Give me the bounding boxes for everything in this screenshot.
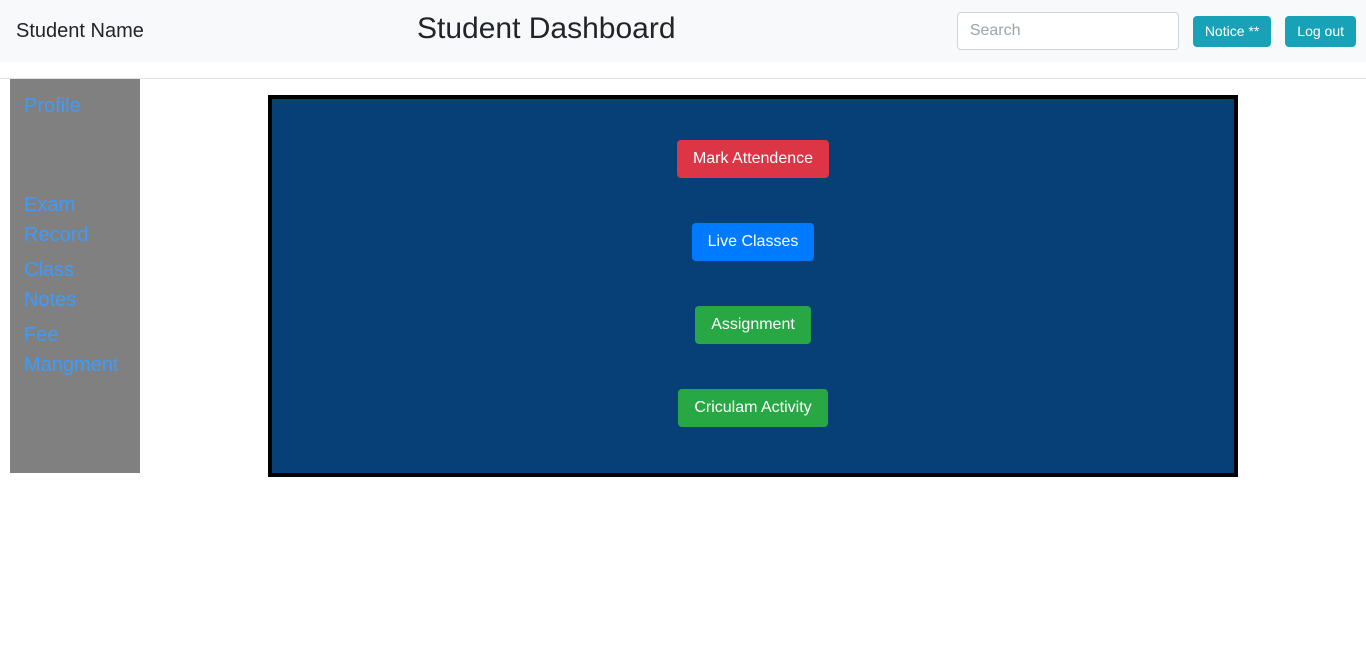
mark-attendance-button[interactable]: Mark Attendence bbox=[676, 140, 830, 178]
top-navbar: Student Name Student Dashboard Notice **… bbox=[0, 0, 1366, 62]
sidebar-item-fee-mangment[interactable]: Fee Mangment bbox=[10, 320, 126, 380]
logout-button[interactable]: Log out bbox=[1285, 15, 1356, 47]
sidebar-item-blank[interactable] bbox=[10, 155, 126, 185]
sidebar-item-exam-record[interactable]: Exam Record bbox=[10, 190, 126, 250]
curriculum-activity-button[interactable]: Criculam Activity bbox=[678, 389, 828, 427]
sidebar-item-class-notes[interactable]: Class Notes bbox=[10, 255, 126, 315]
assignment-button[interactable]: Assignment bbox=[695, 306, 811, 344]
sidebar-item-profile[interactable]: Profile bbox=[10, 91, 126, 121]
live-classes-button[interactable]: Live Classes bbox=[691, 223, 815, 261]
notice-button[interactable]: Notice ** bbox=[1192, 15, 1272, 47]
search-input[interactable] bbox=[956, 12, 1179, 50]
navbar-right-controls: Notice ** Log out bbox=[956, 12, 1356, 50]
sidebar: Profile Exam Record Class Notes Fee Mang… bbox=[10, 79, 140, 473]
dashboard-panel: Mark Attendence Live Classes Assignment … bbox=[268, 95, 1238, 477]
brand-student-name[interactable]: Student Name bbox=[16, 21, 144, 41]
header-divider bbox=[0, 78, 1366, 79]
page-title: Student Dashboard bbox=[417, 12, 676, 45]
